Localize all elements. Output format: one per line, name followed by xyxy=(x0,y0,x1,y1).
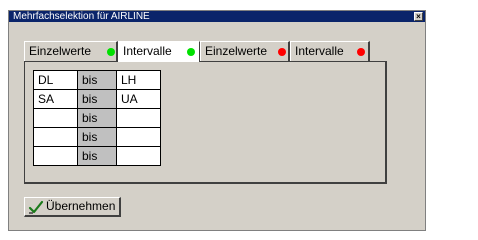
table-row: bis xyxy=(33,146,161,166)
from-cell[interactable] xyxy=(33,146,78,166)
tab-intervalle-include[interactable]: Intervalle xyxy=(118,41,200,62)
window-title: Mehrfachselektion für AIRLINE xyxy=(13,11,150,22)
from-cell[interactable]: SA xyxy=(33,89,78,109)
bis-label: bis xyxy=(77,146,117,166)
to-cell[interactable]: UA xyxy=(116,89,161,109)
green-status-icon xyxy=(187,48,195,56)
tab-label: Einzelwerte xyxy=(29,44,92,58)
table-row: SA bis UA xyxy=(33,89,161,109)
interval-grid: DL bis LH SA bis UA bis bis bis xyxy=(33,70,161,166)
close-button[interactable]: × xyxy=(414,12,423,21)
table-row: DL bis LH xyxy=(33,70,161,90)
red-status-icon xyxy=(357,48,365,56)
table-row: bis xyxy=(33,108,161,128)
bis-label: bis xyxy=(77,70,117,90)
bis-label: bis xyxy=(77,89,117,109)
to-cell[interactable]: LH xyxy=(116,70,161,90)
tab-label: Intervalle xyxy=(295,44,344,58)
table-row: bis xyxy=(33,127,161,147)
red-status-icon xyxy=(278,48,286,56)
from-cell[interactable]: DL xyxy=(33,70,78,90)
bis-label: bis xyxy=(77,127,117,147)
from-cell[interactable] xyxy=(33,127,78,147)
tab-label: Intervalle xyxy=(123,44,172,58)
tab-einzelwerte-include[interactable]: Einzelwerte xyxy=(24,41,118,61)
tab-einzelwerte-exclude[interactable]: Einzelwerte xyxy=(200,41,290,61)
to-cell[interactable] xyxy=(116,108,161,128)
tab-panel-intervalle: DL bis LH SA bis UA bis bis bis xyxy=(24,61,387,184)
tab-intervalle-exclude[interactable]: Intervalle xyxy=(290,41,370,61)
from-cell[interactable] xyxy=(33,108,78,128)
apply-button-label: Übernehmen xyxy=(46,199,116,213)
checkmark-icon xyxy=(28,200,44,214)
bis-label: bis xyxy=(77,108,117,128)
green-status-icon xyxy=(107,48,115,56)
to-cell[interactable] xyxy=(116,146,161,166)
apply-button[interactable]: Übernehmen xyxy=(24,197,121,217)
title-bar[interactable]: Mehrfachselektion für AIRLINE × xyxy=(9,11,425,22)
tab-label: Einzelwerte xyxy=(205,44,268,58)
to-cell[interactable] xyxy=(116,127,161,147)
